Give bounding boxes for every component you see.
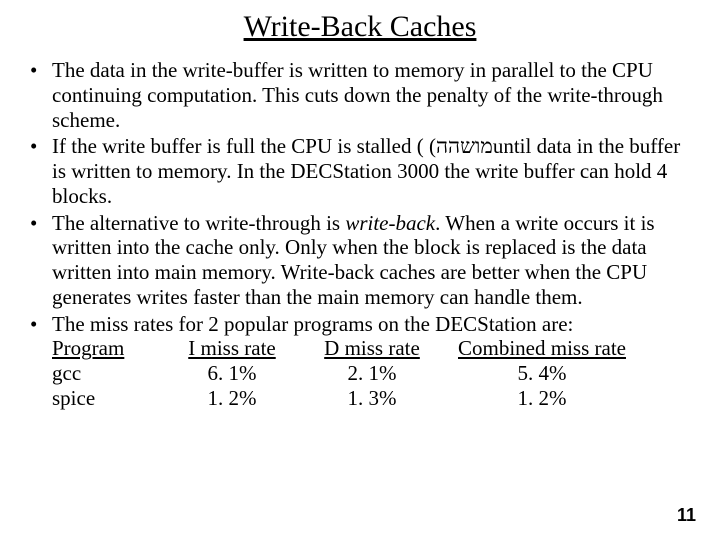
table-cell: 6. 1% xyxy=(162,361,302,386)
bullet-text-pre: The alternative to write-through is xyxy=(52,211,345,235)
table-cell: 1. 2% xyxy=(162,386,302,411)
bullet-text: The miss rates for 2 popular programs on… xyxy=(52,312,573,336)
bullet-text: If the write buffer is full the CPU is s… xyxy=(52,134,680,208)
bullet-text: The data in the write-buffer is written … xyxy=(52,58,663,132)
table-cell: 2. 1% xyxy=(302,361,442,386)
table-cell: 1. 3% xyxy=(302,386,442,411)
table-header: D miss rate xyxy=(302,336,442,361)
bullet-item: If the write buffer is full the CPU is s… xyxy=(28,134,692,208)
table-cell: 1. 2% xyxy=(442,386,642,411)
bullet-text-em: write-back xyxy=(345,211,435,235)
table-cell: 5. 4% xyxy=(442,361,642,386)
bullet-item: The alternative to write-through is writ… xyxy=(28,211,692,310)
table-cell: gcc xyxy=(52,361,162,386)
table-header: I miss rate xyxy=(162,336,302,361)
bullet-item: The data in the write-buffer is written … xyxy=(28,58,692,132)
table-cell: spice xyxy=(52,386,162,411)
table-header: Combined miss rate xyxy=(442,336,642,361)
bullet-list: The data in the write-buffer is written … xyxy=(28,58,692,411)
bullet-item: The miss rates for 2 popular programs on… xyxy=(28,312,692,411)
slide-title: Write-Back Caches xyxy=(28,10,692,44)
miss-rate-table: Program I miss rate D miss rate Combined… xyxy=(52,336,692,410)
table-header: Program xyxy=(52,336,162,361)
page-number: 11 xyxy=(677,505,696,526)
slide: Write-Back Caches The data in the write-… xyxy=(0,0,720,540)
